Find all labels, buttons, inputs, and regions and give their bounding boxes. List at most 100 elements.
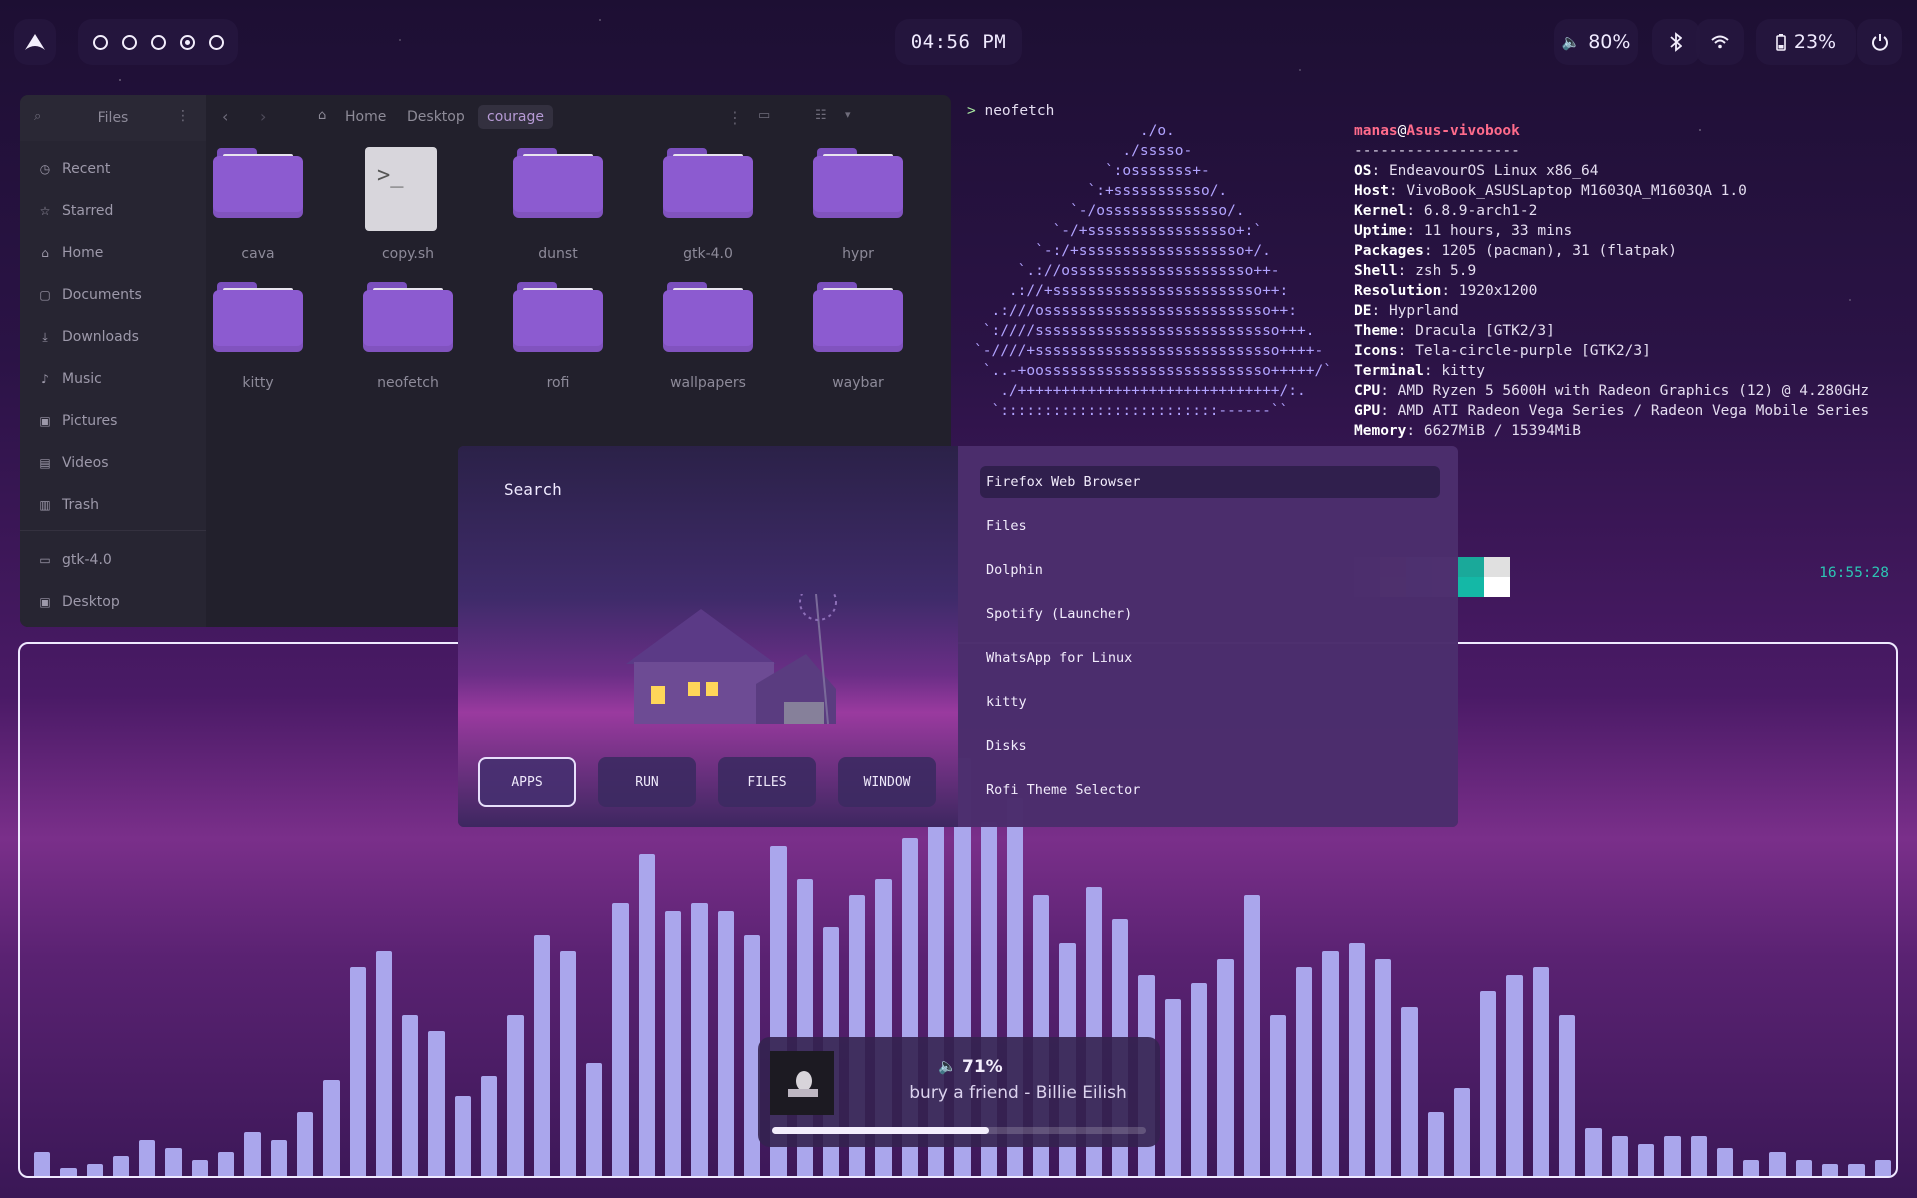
folder-body [813,290,903,352]
breadcrumb-courage[interactable]: courage [478,105,553,129]
neofetch-row-host: Host: VivoBook_ASUSLaptop M1603QA_M1603Q… [1354,181,1869,201]
sidebar-item-gtk-4.0[interactable]: ▭ gtk-4.0 [38,552,111,568]
sidebar-item-videos[interactable]: ▤ Videos [38,455,108,471]
neofetch-row-os: OS: EndeavourOS Linux x86_64 [1354,161,1869,181]
file-item-copy.sh[interactable]: >_ [365,147,437,231]
cava-bar [1427,1111,1444,1176]
sidebar-item-label: Pictures [62,413,118,429]
rofi-entry[interactable]: Rofi Theme Selector [986,782,1140,798]
neofetch-key: Theme [1354,323,1398,339]
power-button[interactable] [1857,19,1902,65]
back-arrow-icon[interactable]: ‹ [222,107,228,126]
forward-arrow-icon[interactable]: › [260,107,266,126]
view-toggle-icon[interactable]: ☷ [815,108,827,123]
workspace-5-icon[interactable] [208,34,224,50]
mode-button-run[interactable]: RUN [598,757,696,807]
rofi-entry[interactable]: WhatsApp for Linux [986,650,1132,666]
mode-button-files[interactable]: FILES [718,757,816,807]
cava-bar [1190,983,1208,1176]
kebab-menu-icon[interactable]: ⋮ [176,108,190,124]
sidebar-item-pictures[interactable]: ▣ Pictures [38,413,117,429]
chevron-down-icon[interactable]: ▾ [845,108,851,121]
palette-swatch [1484,557,1510,577]
new-folder-icon[interactable]: ▭ [758,108,770,123]
folder-body [363,290,453,352]
neofetch-value: Tela-circle-purple [GTK2/3] [1415,343,1651,359]
cava-bar [139,1139,156,1176]
neofetch-key: Packages [1354,243,1424,259]
cava-bar [1637,1143,1655,1176]
folder-body [663,290,753,352]
media-player[interactable]: 🔈 71% bury a friend - Billie Eilish [758,1037,1160,1147]
cava-bar [244,1131,261,1176]
rofi-entry[interactable]: Spotify (Launcher) [986,606,1132,622]
farmhouse-illustration [626,594,837,725]
ascii-line: `-:/+sssssssssssssssssso+/. [974,243,1271,259]
mode-button-apps[interactable]: APPS [478,757,576,807]
workspace-3-icon[interactable] [150,34,166,50]
sidebar-item-desktop[interactable]: ▣ Desktop [38,594,119,610]
cava-bar [1296,966,1313,1176]
folder-body [213,290,303,352]
neofetch-row-gpu: GPU: AMD ATI Radeon Vega Series / Radeon… [1354,401,1869,421]
file-item-label: hypr [842,246,874,262]
file-item-label: rofi [546,375,570,391]
cava-bar [1821,1163,1839,1176]
breadcrumb-desktop[interactable]: Desktop [407,109,465,125]
cava-bar [270,1139,287,1176]
palette-swatch [1484,577,1510,597]
cava-bar [1769,1151,1786,1176]
wifi-widget[interactable] [1696,19,1744,65]
neofetch-value: EndeavourOS Linux x86_64 [1388,163,1599,179]
album-cover[interactable] [770,1051,834,1115]
file-item-label: wallpapers [670,375,746,391]
sidebar-item-label: Recent [62,161,111,177]
workspace-2-icon[interactable] [121,34,137,50]
download-icon: ⤓ [42,329,48,344]
rofi-entry[interactable]: Disks [986,738,1027,754]
clock-text: 04:56 PM [910,31,1007,53]
kebab-menu-icon[interactable]: ⋮ [727,108,743,127]
sidebar-item-music[interactable]: ♪ Music [38,371,102,387]
cava-bar [112,1155,130,1176]
sidebar-item-label: Trash [62,497,99,513]
neofetch-key: Kernel [1354,203,1407,219]
search-input[interactable]: Search [504,480,562,499]
sidebar-item-recent[interactable]: ◷ Recent [38,161,111,177]
sidebar-item-trash[interactable]: ▥ Trash [38,497,99,513]
cava-bar [428,1031,445,1176]
launcher-pill[interactable] [14,19,56,65]
workspace-1-icon[interactable] [92,34,108,50]
battery-widget[interactable]: 23% [1756,19,1856,65]
cava-bar [507,1015,524,1176]
sidebar-item-starred[interactable]: ☆ Starred [38,203,114,219]
rofi-entry[interactable]: Files [986,518,1027,534]
breadcrumb-home[interactable]: Home [345,109,386,125]
sidebar-item-downloads[interactable]: ⤓ Downloads [38,329,139,345]
picture-icon: ▣ [39,414,51,428]
search-icon[interactable]: ⌕ [34,109,41,124]
sidebar-item-documents[interactable]: ▢ Documents [38,287,142,303]
volume-widget[interactable]: 🔈 80% [1554,19,1638,65]
progress-bar[interactable] [772,1127,1146,1134]
cava-bar [1374,958,1392,1176]
neofetch-colon: : [1406,223,1424,239]
sidebar-item-home[interactable]: ⌂ Home [38,245,103,261]
mode-button-window[interactable]: WINDOW [838,757,936,807]
track-title: bury a friend - Billie Eilish [909,1083,1127,1103]
rofi-entry[interactable]: Firefox Web Browser [986,474,1140,490]
rofi-entry[interactable]: Dolphin [986,562,1043,578]
cava-bar [1164,999,1181,1176]
cava-bar [665,910,682,1176]
bluetooth-icon [1670,32,1682,52]
cava-bar [1848,1163,1865,1176]
neofetch-colon: : [1423,243,1442,259]
neofetch-key: OS [1354,163,1372,179]
bluetooth-widget[interactable] [1652,19,1700,65]
rofi-entry[interactable]: kitty [986,694,1027,710]
neofetch-host: Asus-vivobook [1406,123,1520,139]
clock[interactable]: 04:56 PM [895,19,1022,65]
cava-bar [1453,1087,1471,1176]
workspace-4-icon[interactable] [179,34,195,50]
workspace-indicator [78,19,238,65]
